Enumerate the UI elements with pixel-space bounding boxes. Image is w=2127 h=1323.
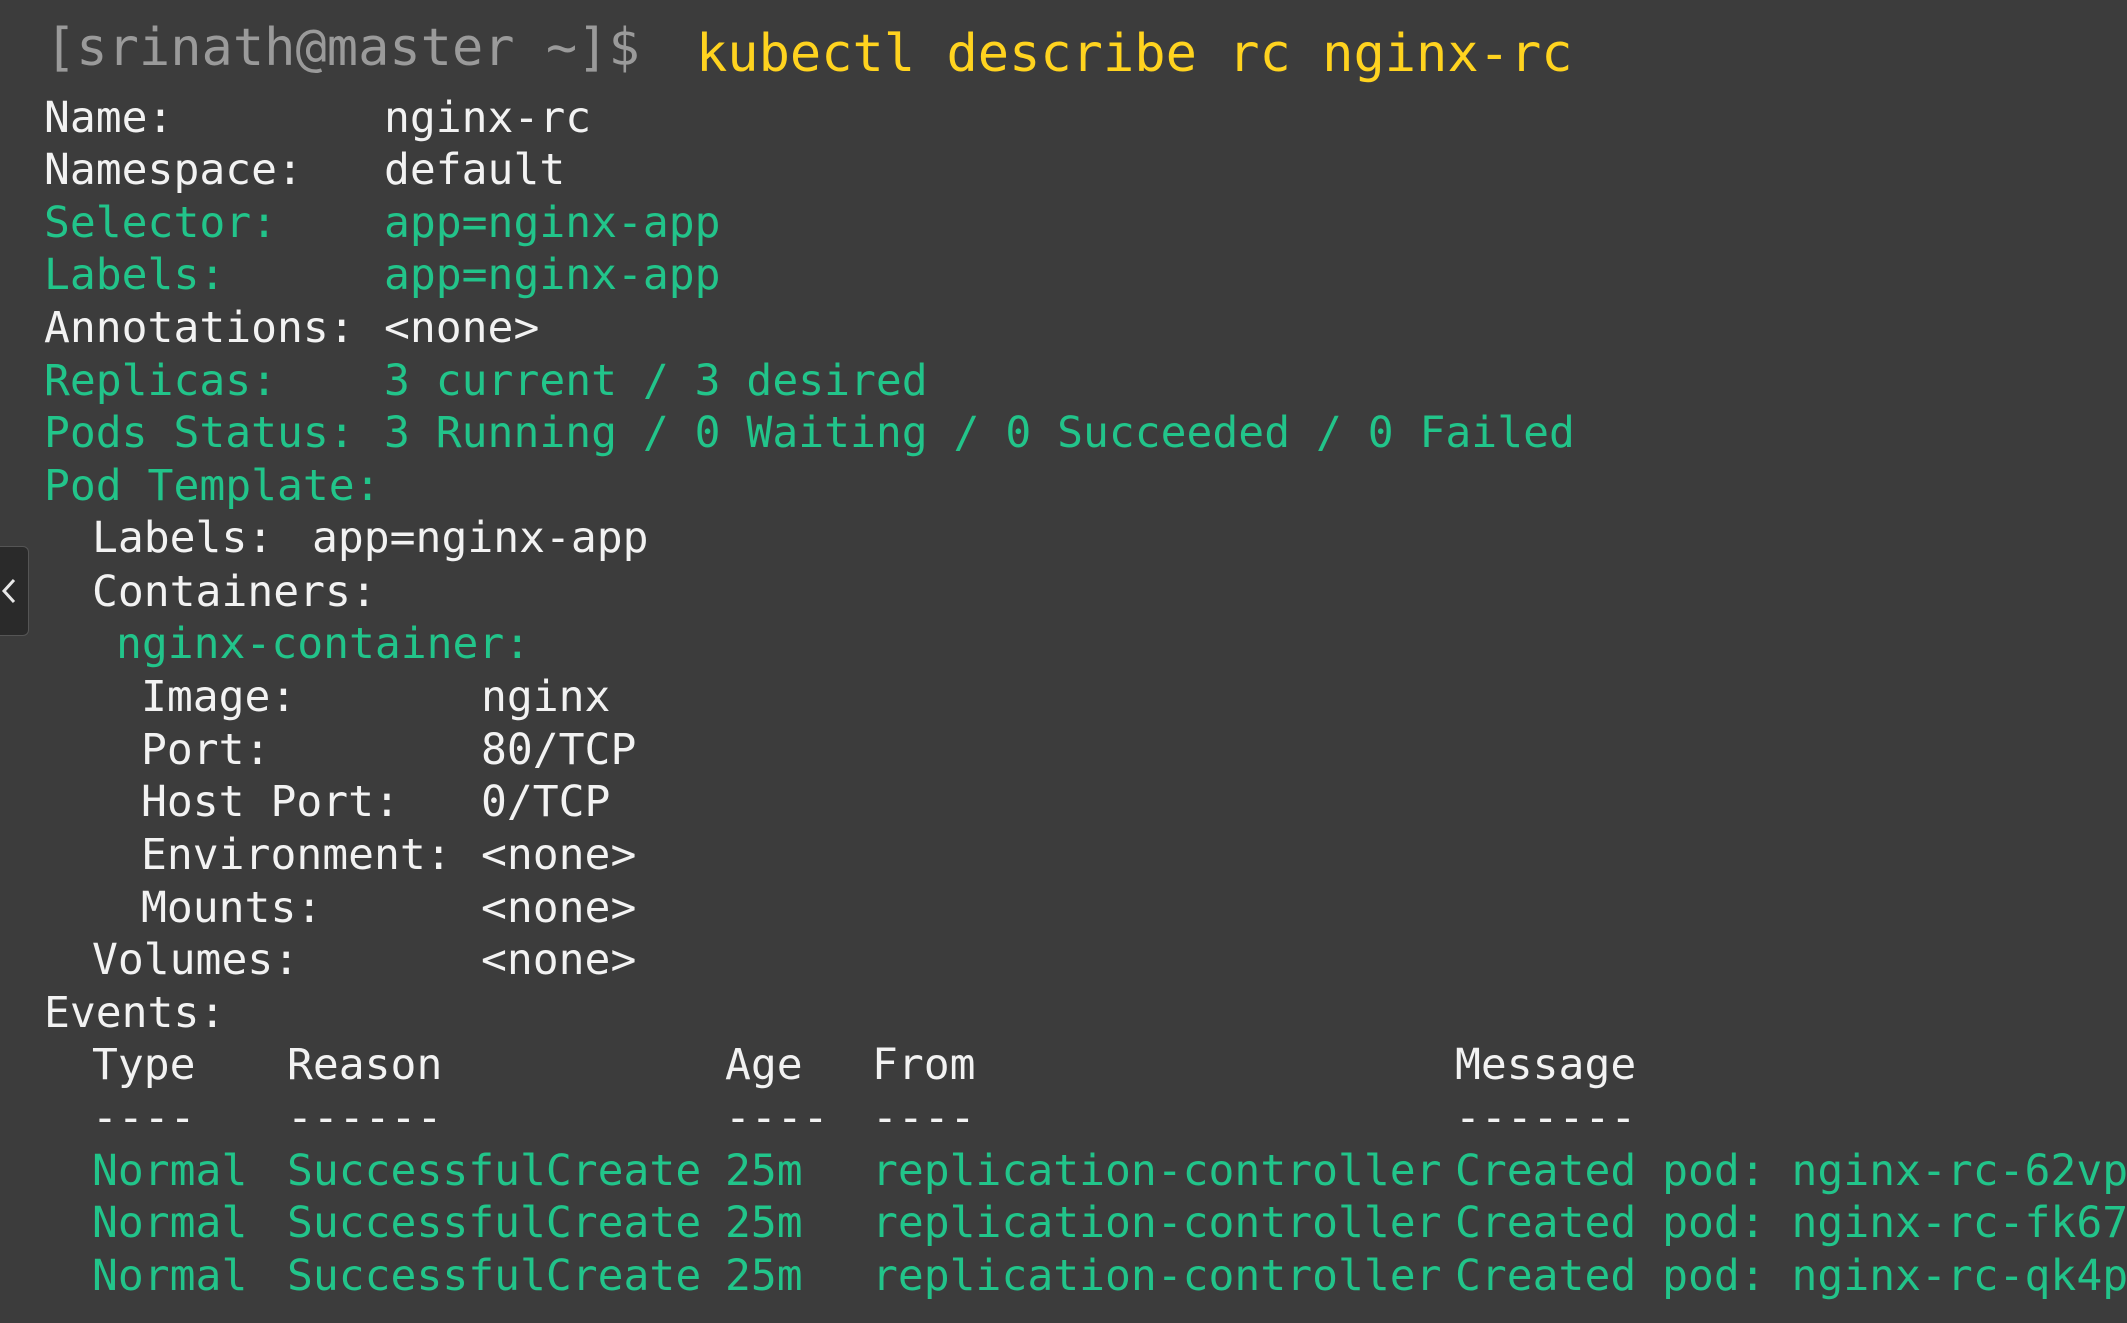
events-header-type: Type	[92, 1040, 196, 1090]
events-underline-from: ----	[872, 1093, 976, 1143]
command-text: kubectl describe rc nginx-rc	[696, 24, 1573, 84]
events-underline-reason: ------	[287, 1093, 443, 1143]
template-labels-value: app=nginx-app	[312, 513, 649, 563]
side-panel-toggle[interactable]	[0, 546, 29, 636]
container-name: nginx-container:	[116, 619, 531, 669]
environment-label: Environment:	[141, 830, 452, 880]
namespace-value: default	[384, 145, 566, 195]
pod-template-label: Pod Template:	[44, 461, 381, 511]
events-header-age: Age	[725, 1040, 803, 1090]
environment-value: <none>	[481, 830, 637, 880]
replicas-value: 3 current / 3 desired	[384, 356, 928, 406]
event-row-1-message: Created pod: nginx-rc-62vpv	[1455, 1146, 2127, 1196]
event-row-1-type: Normal	[92, 1146, 248, 1196]
labels-value: app=nginx-app	[384, 250, 721, 300]
host-port-label: Host Port:	[141, 777, 400, 827]
event-row-2-reason: SuccessfulCreate	[287, 1198, 702, 1248]
name-label: Name:	[44, 93, 174, 143]
events-underline-type: ----	[92, 1093, 196, 1143]
chevron-left-icon	[1, 578, 16, 604]
event-row-3-from: replication-controller	[872, 1251, 1442, 1301]
event-row-2-type: Normal	[92, 1198, 248, 1248]
events-label: Events:	[44, 988, 226, 1038]
event-row-1-age: 25m	[725, 1146, 803, 1196]
event-row-1-from: replication-controller	[872, 1146, 1442, 1196]
event-row-3-type: Normal	[92, 1251, 248, 1301]
selector-label: Selector:	[44, 198, 277, 248]
annotations-value: <none>	[384, 303, 540, 353]
name-value: nginx-rc	[384, 93, 592, 143]
pods-status-label: Pods Status:	[44, 408, 355, 458]
labels-label: Labels:	[44, 250, 226, 300]
events-header-message: Message	[1455, 1040, 1637, 1090]
event-row-3-reason: SuccessfulCreate	[287, 1251, 702, 1301]
image-value: nginx	[481, 672, 611, 722]
event-row-2-from: replication-controller	[872, 1198, 1442, 1248]
replicas-label: Replicas:	[44, 356, 277, 406]
port-value: 80/TCP	[481, 725, 637, 775]
event-row-2-age: 25m	[725, 1198, 803, 1248]
mounts-value: <none>	[481, 883, 637, 933]
events-underline-age: ----	[725, 1093, 829, 1143]
template-labels-label: Labels:	[92, 513, 274, 563]
namespace-label: Namespace:	[44, 145, 303, 195]
selector-value: app=nginx-app	[384, 198, 721, 248]
events-header-from: From	[872, 1040, 976, 1090]
port-label: Port:	[141, 725, 271, 775]
volumes-value: <none>	[481, 935, 637, 985]
image-label: Image:	[141, 672, 297, 722]
shell-prompt: [srinath@master ~]$	[45, 18, 640, 78]
event-row-1-reason: SuccessfulCreate	[287, 1146, 702, 1196]
annotations-label: Annotations:	[44, 303, 355, 353]
mounts-label: Mounts:	[141, 883, 323, 933]
host-port-value: 0/TCP	[481, 777, 611, 827]
events-underline-message: -------	[1455, 1093, 1637, 1143]
event-row-3-message: Created pod: nginx-rc-qk4ph	[1455, 1251, 2127, 1301]
volumes-label: Volumes:	[92, 935, 300, 985]
terminal-window[interactable]: [srinath@master ~]$ kubectl describe rc …	[0, 0, 2127, 1323]
event-row-2-message: Created pod: nginx-rc-fk67w	[1455, 1198, 2127, 1248]
containers-label: Containers:	[92, 567, 377, 617]
event-row-3-age: 25m	[725, 1251, 803, 1301]
events-header-reason: Reason	[287, 1040, 443, 1090]
pods-status-value: 3 Running / 0 Waiting / 0 Succeeded / 0 …	[384, 408, 1575, 458]
